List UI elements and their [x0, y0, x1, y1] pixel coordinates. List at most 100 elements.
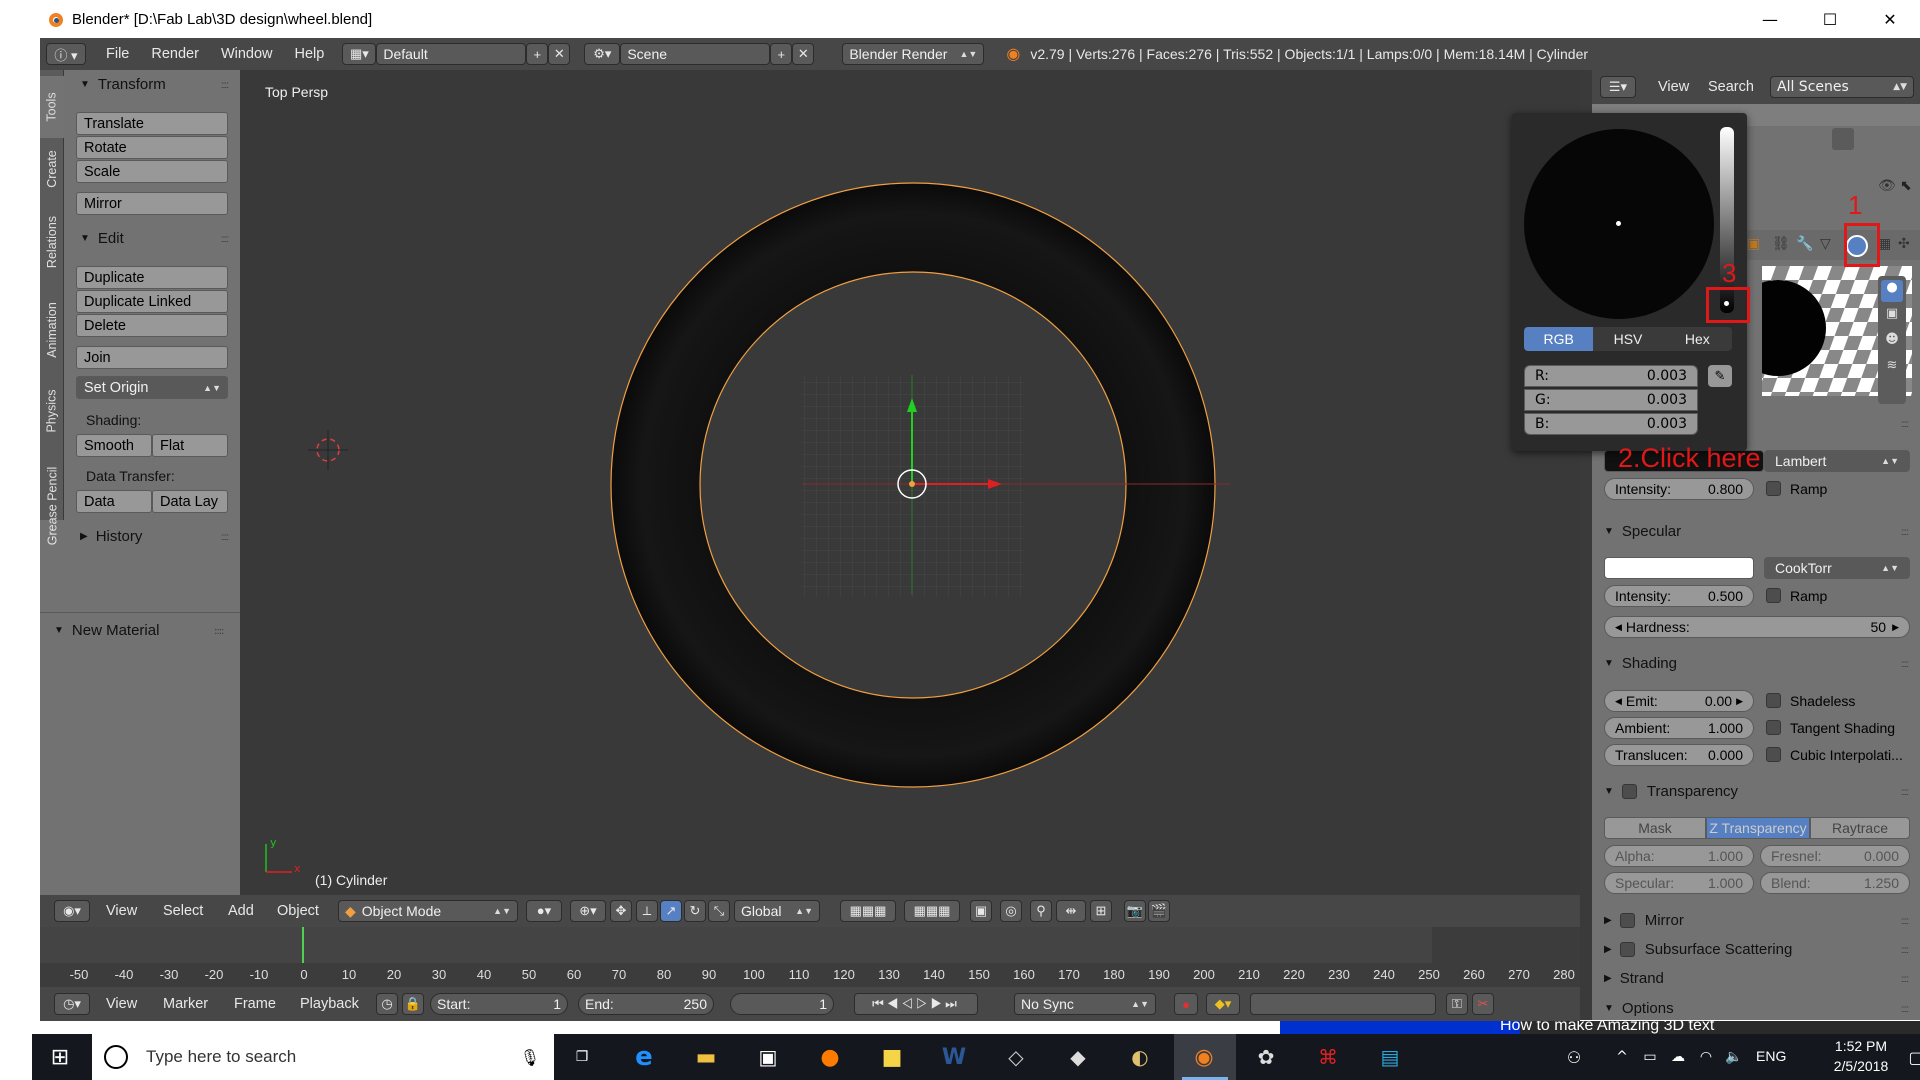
current-frame-marker[interactable]	[302, 927, 304, 963]
sss-panel-header[interactable]: ▶ Subsurface Scattering	[1604, 941, 1792, 958]
scene-icon[interactable]: ⚙▾	[584, 43, 621, 65]
specular-shader-dropdown[interactable]: CookTorr ▲▼	[1764, 557, 1910, 579]
preview-sphere-icon[interactable]: ●	[1881, 280, 1903, 302]
panel-grip-icon[interactable]: ::::	[1901, 419, 1909, 430]
lock-range-icon[interactable]: 🔒	[402, 993, 424, 1015]
app-icon-4[interactable]: ▤	[1376, 1043, 1404, 1071]
panel-grip-icon[interactable]: ::::	[1901, 1004, 1909, 1015]
microphone-icon[interactable]: 🎙	[520, 1048, 540, 1067]
delete-button[interactable]: Delete	[76, 314, 228, 337]
volume-icon[interactable]: 🔈	[1720, 1043, 1748, 1071]
tab-physics[interactable]: Physics	[40, 376, 64, 446]
current-frame-field[interactable]: 1	[730, 993, 834, 1015]
diffuse-shader-dropdown[interactable]: Lambert ▲▼	[1764, 450, 1910, 472]
menu-help[interactable]: Help	[295, 46, 325, 62]
alpha-slider[interactable]: Alpha: 1.000	[1604, 845, 1754, 867]
duplicate-button[interactable]: Duplicate	[76, 266, 228, 289]
preview-hair-icon[interactable]: ≋	[1881, 358, 1903, 380]
sticky-notes-icon[interactable]: ■	[878, 1043, 906, 1071]
tab-hsv[interactable]: HSV	[1593, 327, 1663, 351]
layers-icon-2[interactable]: ▦▦▦	[904, 900, 960, 922]
delete-keyframe-icon[interactable]: ✂	[1472, 993, 1494, 1015]
snap-element-icon[interactable]: ⇹	[1056, 900, 1086, 922]
file-explorer-icon[interactable]: ▬	[692, 1043, 720, 1071]
color-wheel[interactable]	[1524, 129, 1714, 319]
maximize-button[interactable]: ☐	[1800, 0, 1860, 38]
tab-create[interactable]: Create	[40, 138, 64, 200]
clock-time[interactable]: 1:52 PM	[1816, 1038, 1906, 1054]
specular-color-swatch[interactable]	[1604, 557, 1754, 579]
panel-grip-icon[interactable]: ::::	[1901, 659, 1909, 670]
timeline-track[interactable]	[40, 927, 1432, 963]
store-icon[interactable]: ▣	[754, 1043, 782, 1071]
panel-grip-icon[interactable]: ::::	[1901, 916, 1909, 927]
menu-window[interactable]: Window	[221, 46, 273, 62]
remove-scene-icon[interactable]: ✕	[792, 43, 815, 65]
menu-file[interactable]: File	[106, 46, 129, 62]
flat-button[interactable]: Flat	[152, 434, 228, 457]
red-channel-field[interactable]: R: 0.003	[1524, 365, 1698, 387]
tab-tools[interactable]: Tools	[40, 76, 64, 138]
render-layers-icon[interactable]	[1832, 128, 1854, 150]
rotate-manipulator-icon[interactable]: ↻	[684, 900, 706, 922]
data-lay-button[interactable]: Data Lay	[152, 490, 228, 513]
outliner-view-menu[interactable]: View	[1658, 79, 1689, 95]
app-icon-2[interactable]: ◆	[1064, 1043, 1092, 1071]
remove-layout-icon[interactable]: ✕	[548, 43, 571, 65]
snap-target-icon[interactable]: ⊞	[1090, 900, 1112, 922]
editor-type-3d-icon[interactable]: ◉▾	[54, 900, 90, 922]
rotate-button[interactable]: Rotate	[76, 136, 228, 159]
join-button[interactable]: Join	[76, 346, 228, 369]
scene-dropdown[interactable]: Scene	[620, 43, 771, 65]
keying-set-icon[interactable]: ◆▾	[1206, 993, 1240, 1015]
scale-button[interactable]: Scale	[76, 160, 228, 183]
mirror-button[interactable]: Mirror	[76, 192, 228, 215]
windows-start-icon[interactable]: ⊞	[46, 1043, 74, 1071]
menu-select[interactable]: Select	[163, 903, 203, 919]
panel-grip-icon[interactable]: ::::	[1901, 787, 1909, 798]
render-anim-icon[interactable]: 🎬	[1148, 900, 1170, 922]
visibility-eye-icon[interactable]: 👁	[1878, 178, 1896, 194]
panel-grip-icon[interactable]: ::::	[214, 626, 225, 637]
menu-render[interactable]: Render	[151, 46, 199, 62]
modifiers-tab-icon[interactable]: 🔧	[1796, 236, 1813, 252]
emit-field[interactable]: ◀ Emit: 0.00 ▶	[1604, 690, 1754, 712]
panel-grip-icon[interactable]: ::::	[1901, 974, 1909, 985]
ambient-slider[interactable]: Ambient: 1.000	[1604, 717, 1754, 739]
preview-monkey-icon[interactable]: ☻	[1881, 332, 1903, 354]
translate-manipulator-icon[interactable]: ↗	[660, 900, 682, 922]
duplicate-linked-button[interactable]: Duplicate Linked	[76, 290, 228, 313]
3d-viewport[interactable]: Top Persp y x (1) Cylinder	[240, 70, 1580, 895]
shadeless-checkbox[interactable]	[1766, 693, 1781, 708]
mirror-panel-header[interactable]: ▶ Mirror	[1604, 912, 1684, 929]
green-channel-field[interactable]: G: 0.003	[1524, 389, 1698, 411]
tab-relations[interactable]: Relations	[40, 200, 64, 284]
menu-view[interactable]: View	[106, 903, 137, 919]
app-icon-1[interactable]: ◇	[1002, 1043, 1030, 1071]
blender-taskbar-icon[interactable]: ◉	[1190, 1043, 1218, 1071]
edit-panel-header[interactable]: ▼ Edit	[80, 230, 124, 247]
mirror-checkbox[interactable]	[1619, 913, 1635, 928]
transparency-checkbox[interactable]	[1621, 784, 1637, 799]
snap-icon[interactable]: ⚲	[1030, 900, 1052, 922]
diffuse-ramp-checkbox[interactable]	[1766, 481, 1781, 496]
history-panel-header[interactable]: ▶ History	[80, 528, 142, 545]
tangent-shading-checkbox[interactable]	[1766, 720, 1781, 735]
orientation-dropdown[interactable]: Global ▲▼	[734, 900, 820, 922]
specular-alpha-slider[interactable]: Specular: 1.000	[1604, 872, 1754, 894]
raytrace-button[interactable]: Raytrace	[1810, 817, 1910, 839]
pivot-point-icon[interactable]: ⊕▾	[570, 900, 606, 922]
mode-dropdown[interactable]: ◆ Object Mode ▲▼	[338, 900, 518, 922]
data-button[interactable]: Data	[76, 490, 152, 513]
specular-intensity-slider[interactable]: Intensity: 0.500	[1604, 585, 1754, 607]
insert-keyframe-icon[interactable]: ⚿	[1446, 993, 1468, 1015]
notifications-icon[interactable]: ▢	[1908, 1043, 1920, 1071]
minimize-button[interactable]: —	[1740, 0, 1800, 38]
smooth-button[interactable]: Smooth	[76, 434, 152, 457]
menu-timeline-view[interactable]: View	[106, 996, 137, 1012]
onedrive-icon[interactable]: ☁	[1664, 1043, 1692, 1071]
tab-animation[interactable]: Animation	[40, 284, 64, 376]
preview-cube-icon[interactable]: ▣	[1881, 306, 1903, 328]
editor-type-info-icon[interactable]: ⓘ ▾	[46, 43, 86, 65]
blend-field[interactable]: Blend: 1.250	[1760, 872, 1910, 894]
